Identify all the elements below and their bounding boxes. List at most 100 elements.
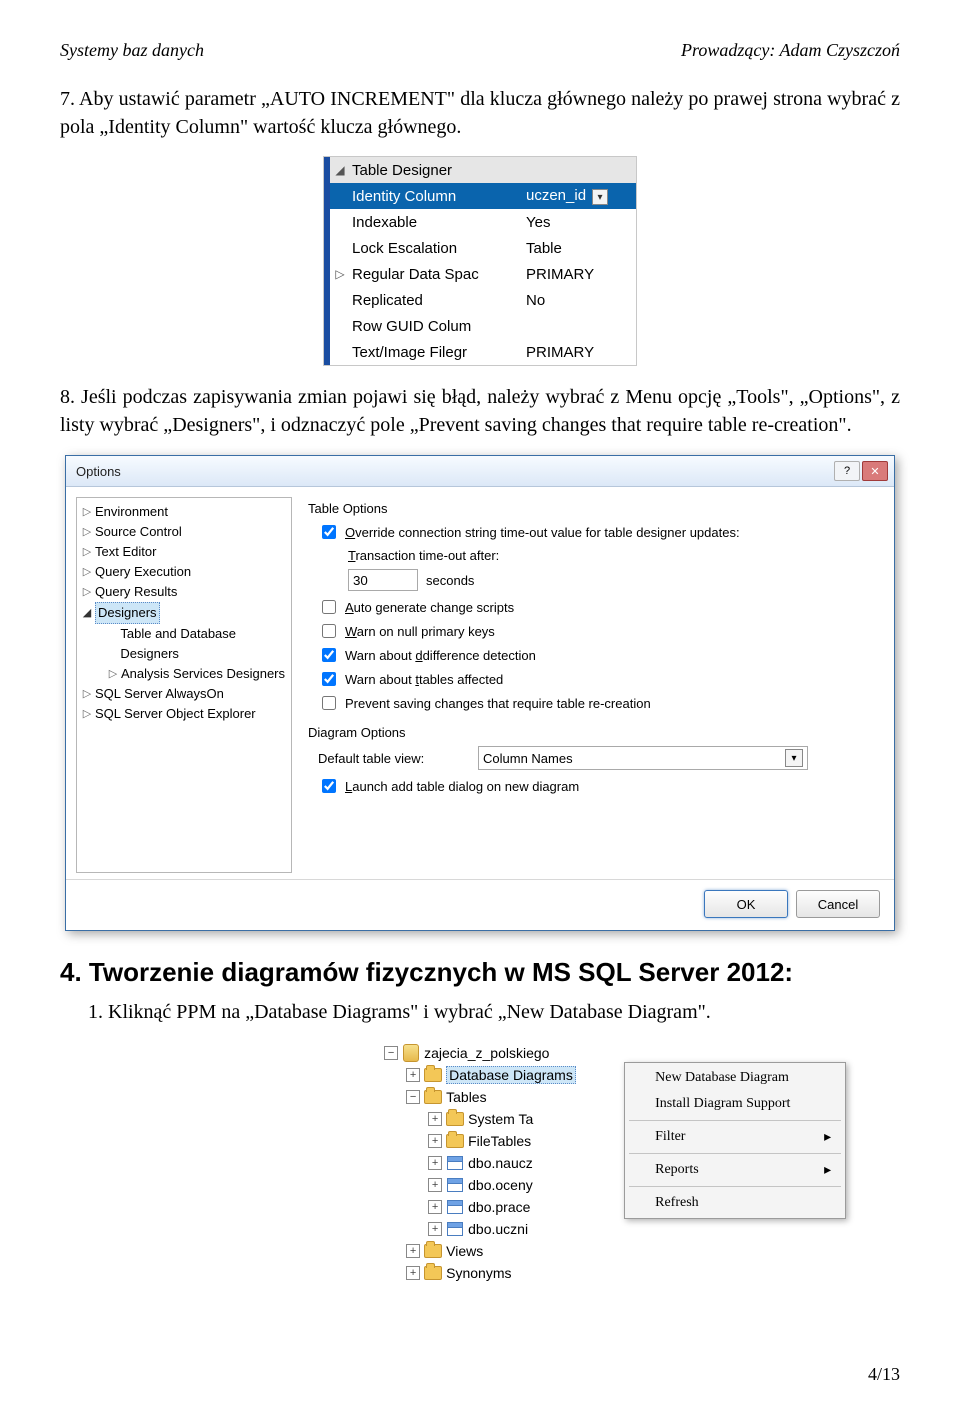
tree-expand-icon[interactable]: ▷	[81, 522, 93, 542]
chevron-right-icon: ▸	[824, 1162, 831, 1179]
prop-value: PRIMARY	[522, 266, 636, 283]
default-view-combo[interactable]: Column Names ▾	[478, 746, 808, 770]
table-designer-panel: ◢Table Designer Identity Columnuczen_id▾…	[324, 157, 636, 365]
plus-icon[interactable]: +	[428, 1200, 442, 1214]
page-number: 4/13	[0, 1342, 960, 1407]
chk-warn-tables[interactable]: Warn about ttables affected	[318, 669, 880, 689]
group-table-options: Table Options	[308, 501, 880, 516]
tree-expand-icon[interactable]: ▷	[81, 684, 93, 704]
menu-install-diagram-support[interactable]: Install Diagram Support	[625, 1091, 845, 1117]
tree-item[interactable]: ▷SQL Server Object Explorer	[79, 704, 289, 724]
tree-item[interactable]: ▷Analysis Services Designers	[79, 664, 289, 684]
context-menu: New Database Diagram Install Diagram Sup…	[624, 1062, 846, 1219]
oe-node[interactable]: +dbo.uczni	[384, 1218, 576, 1240]
prop-row[interactable]: IndexableYes	[330, 209, 636, 235]
tree-item[interactable]: ▷Text Editor	[79, 542, 289, 562]
chevron-down-icon: ▾	[785, 749, 803, 767]
plus-icon[interactable]: +	[406, 1068, 420, 1082]
plus-icon[interactable]: +	[428, 1134, 442, 1148]
oe-node[interactable]: +dbo.prace	[384, 1196, 576, 1218]
prop-row[interactable]: Lock EscalationTable	[330, 235, 636, 261]
tree-item[interactable]: ▷SQL Server AlwaysOn	[79, 684, 289, 704]
tree-item[interactable]: ◢Designers	[79, 602, 289, 624]
prop-row[interactable]: Row GUID Colum	[330, 313, 636, 339]
menu-reports[interactable]: Reports▸	[625, 1157, 845, 1183]
dialog-titlebar[interactable]: Options ? ✕	[66, 456, 894, 487]
tree-expand-icon[interactable]: ▷	[81, 562, 93, 582]
menu-filter[interactable]: Filter▸	[625, 1124, 845, 1150]
default-view-value: Column Names	[483, 751, 573, 766]
chevron-down-icon[interactable]: ▾	[592, 189, 608, 205]
plus-icon[interactable]: +	[428, 1156, 442, 1170]
prop-row[interactable]: ▷Regular Data SpacPRIMARY	[330, 261, 636, 287]
close-icon[interactable]: ✕	[862, 461, 888, 481]
tree-item[interactable]: ▷Source Control	[79, 522, 289, 542]
prop-name: Replicated	[350, 292, 522, 309]
section-4-heading: 4. Tworzenie diagramów fizycznych w MS S…	[60, 957, 793, 987]
oe-node[interactable]: +System Ta	[384, 1108, 576, 1130]
panel-header: Table Designer	[350, 162, 522, 179]
prop-row[interactable]: ReplicatedNo	[330, 287, 636, 313]
chk-warn-null-pk[interactable]: Warn on null primary keys	[318, 621, 880, 641]
db-node[interactable]: zajecia_z_polskiego	[424, 1045, 549, 1061]
paragraph-7: 7. Aby ustawić parametr „AUTO INCREMENT"…	[60, 85, 900, 141]
prop-row[interactable]: Text/Image FilegrPRIMARY	[330, 339, 636, 365]
plus-icon[interactable]: +	[406, 1266, 420, 1280]
oe-node[interactable]: +Synonyms	[384, 1262, 576, 1284]
chevron-right-icon: ▸	[824, 1129, 831, 1146]
tree-item[interactable]: ▷Query Execution	[79, 562, 289, 582]
prop-name: Lock Escalation	[350, 240, 522, 257]
tree-item[interactable]: ▷Environment	[79, 502, 289, 522]
prop-name: Indexable	[350, 214, 522, 231]
help-icon[interactable]: ?	[834, 461, 860, 481]
tree-expand-icon[interactable]: ▷	[81, 542, 93, 562]
timeout-unit: seconds	[426, 573, 474, 588]
chk-auto-generate[interactable]: Auto generate change scripts	[318, 597, 880, 617]
prop-row[interactable]: Identity Columnuczen_id▾	[330, 183, 636, 209]
oe-node[interactable]: +dbo.oceny	[384, 1174, 576, 1196]
tree-item[interactable]: ▷Query Results	[79, 582, 289, 602]
cancel-button[interactable]: Cancel	[796, 890, 880, 918]
oe-node[interactable]: −Tables	[384, 1086, 576, 1108]
doc-header-left: Systemy baz danych	[60, 40, 204, 61]
tree-expand-icon[interactable]: ▷	[107, 664, 119, 684]
oe-node[interactable]: +dbo.naucz	[384, 1152, 576, 1174]
oe-node[interactable]: +Views	[384, 1240, 576, 1262]
options-dialog: Options ? ✕ ▷Environment▷Source Control▷…	[65, 455, 895, 931]
group-diagram-options: Diagram Options	[308, 725, 880, 740]
timeout-input[interactable]	[348, 569, 418, 591]
tree-expand-icon[interactable]: ◢	[81, 603, 93, 623]
plus-icon[interactable]: +	[406, 1244, 420, 1258]
prop-value: Yes	[522, 214, 636, 231]
menu-new-database-diagram[interactable]: New Database Diagram	[625, 1065, 845, 1091]
prop-name: Identity Column	[350, 188, 522, 205]
tree-item[interactable]: Table and Database Designers	[79, 624, 289, 664]
step-1: 1. Kliknąć PPM na „Database Diagrams" i …	[60, 998, 900, 1026]
plus-icon[interactable]: +	[428, 1178, 442, 1192]
menu-refresh[interactable]: Refresh	[625, 1190, 845, 1216]
ok-button[interactable]: OK	[704, 890, 788, 918]
paragraph-8: 8. Jeśli podczas zapisywania zmian pojaw…	[60, 383, 900, 439]
object-explorer: −zajecia_z_polskiego +Database Diagrams …	[384, 1042, 576, 1284]
plus-icon[interactable]: +	[428, 1222, 442, 1236]
database-diagrams-node[interactable]: Database Diagrams	[446, 1066, 576, 1084]
tree-expand-icon[interactable]: ▷	[81, 704, 93, 724]
doc-header-right: Prowadzący: Adam Czyszczoń	[681, 40, 900, 61]
chk-launch-add-table[interactable]: Launch add table dialog on new diagram	[318, 776, 880, 796]
prop-value: uczen_id▾	[522, 187, 636, 206]
chk-prevent-saving[interactable]: Prevent saving changes that require tabl…	[318, 693, 880, 713]
minus-icon[interactable]: −	[384, 1046, 398, 1060]
default-view-label: Default table view:	[318, 751, 478, 766]
minus-icon[interactable]: −	[406, 1090, 420, 1104]
options-tree[interactable]: ▷Environment▷Source Control▷Text Editor▷…	[76, 497, 292, 873]
plus-icon[interactable]: +	[428, 1112, 442, 1126]
tree-expand-icon[interactable]: ▷	[81, 502, 93, 522]
prop-value: No	[522, 292, 636, 309]
prop-value: Table	[522, 240, 636, 257]
chk-warn-diff[interactable]: Warn about ddifference detection	[318, 645, 880, 665]
prop-name: Regular Data Spac	[350, 266, 522, 283]
oe-node[interactable]: +FileTables	[384, 1130, 576, 1152]
timeout-label: Transaction time-out after:	[348, 548, 880, 563]
chk-override-timeout[interactable]: Override connection string time-out valu…	[318, 522, 880, 542]
tree-expand-icon[interactable]: ▷	[81, 582, 93, 602]
